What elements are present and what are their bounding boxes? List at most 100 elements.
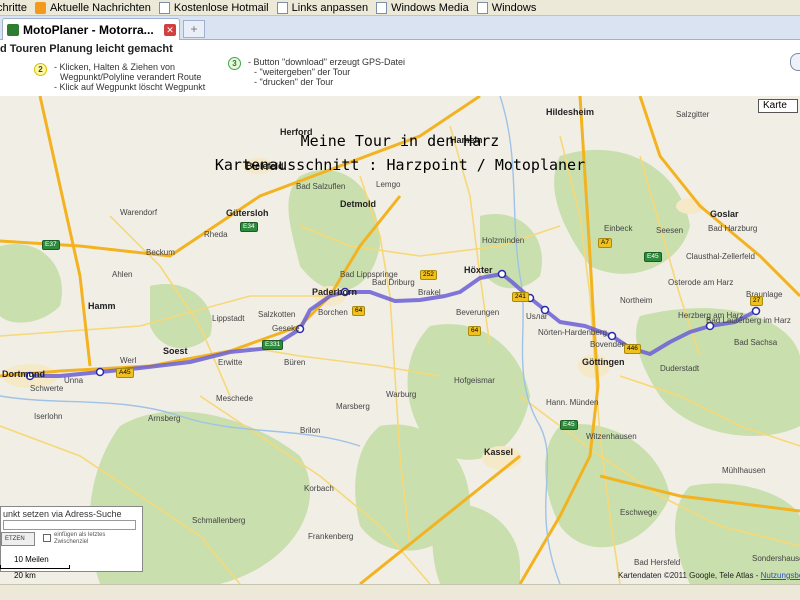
place-label: Bad Harzburg: [708, 224, 758, 233]
bookmark-item[interactable]: Windows Media: [376, 1, 469, 14]
place-label: Herzberg am Harz: [678, 311, 744, 320]
place-label: Detmold: [340, 199, 376, 209]
terms-link[interactable]: Nutzungsbed: [761, 571, 800, 580]
step-3-text: - Button "download" erzeugt GPS-Datei - …: [248, 57, 405, 87]
place-label: Usлar: [526, 312, 548, 321]
place-label: Holzminden: [482, 236, 525, 245]
place-label: Büren: [284, 358, 306, 367]
step-line: - "drucken" der Tour: [254, 77, 334, 87]
place-label: Beckum: [146, 248, 175, 257]
page-icon: [476, 1, 488, 14]
place-label: Bad Salzuflen: [296, 182, 346, 191]
place-label: Eschwege: [620, 508, 657, 517]
place-label: Bad Sachsa: [734, 338, 778, 347]
place-label: Unna: [64, 376, 84, 385]
step-line: - "weitergeben" der Tour: [254, 67, 351, 77]
road-shield: E34: [240, 222, 258, 232]
search-panel-title: unkt setzen via Adress-Suche: [3, 509, 122, 519]
step-number-badge: 3: [228, 57, 241, 70]
bookmark-item[interactable]: Aktuelle Nachrichten: [34, 1, 151, 14]
place-label: Korbach: [304, 484, 334, 493]
bookmark-item[interactable]: Windows: [476, 1, 536, 14]
road-shield: 241: [512, 292, 529, 302]
scale-km-label: 20 km: [14, 571, 36, 580]
road-shield: 64: [352, 306, 366, 316]
bookmarks-bar: chritte Aktuelle Nachrichten Kostenlose …: [0, 0, 800, 16]
pan-control-button[interactable]: [790, 53, 800, 71]
step-line: Wegpunkt/Polyline verandert Route: [60, 72, 202, 82]
step-line: - Klicken, Halten & Ziehen von: [54, 62, 176, 72]
place-label: Schmallenberg: [192, 516, 246, 525]
waypoint-marker[interactable]: [497, 269, 507, 279]
step-line: - Button "download" erzeugt GPS-Datei: [248, 57, 405, 67]
place-label: Dortmund: [2, 369, 45, 379]
road-shield: E45: [560, 420, 578, 430]
scale-bar: 10 Meilen 20 km: [0, 553, 72, 581]
step-number-badge: 2: [34, 63, 47, 76]
place-label: Rheda: [204, 230, 228, 239]
place-label: Erwitte: [218, 358, 243, 367]
waypoint-marker[interactable]: [607, 331, 617, 341]
map-type-button[interactable]: Karte: [758, 99, 798, 113]
place-label: Bovenden: [590, 340, 627, 349]
bookmark-item[interactable]: Links anpassen: [276, 1, 369, 14]
place-label: Brakel: [418, 288, 441, 297]
place-label: Hamm: [88, 301, 116, 311]
place-label: Ahlen: [112, 270, 133, 279]
step-2-text: - Klicken, Halten & Ziehen von Wegpunkt/…: [54, 62, 205, 92]
scale-bar-line: [0, 565, 70, 569]
map-overlay-subtitle: Kartenausschnitt : Harzpoint / Motoplane…: [214, 156, 586, 174]
place-label: Paderborn: [312, 287, 358, 297]
place-label: Marsberg: [336, 402, 370, 411]
instructions-panel: d Touren Planung leicht gemacht 2 - Klic…: [0, 41, 800, 96]
place-label: Northeim: [620, 296, 653, 305]
waypoint-marker[interactable]: [95, 367, 105, 377]
road-shield: E37: [42, 240, 60, 250]
close-icon[interactable]: ✕: [164, 23, 176, 36]
place-label: Borchen: [318, 308, 348, 317]
page-icon: [376, 1, 388, 14]
place-label: Lemgo: [376, 180, 401, 189]
place-label: Hann. Münden: [546, 398, 599, 407]
map-attribution: Kartendaten ©2011 Google, Tele Atlas - N…: [618, 571, 800, 580]
road-shield: 252: [420, 270, 437, 280]
place-label: Warburg: [386, 390, 417, 399]
place-label: Arnsberg: [148, 414, 181, 423]
place-label: Frankenberg: [308, 532, 354, 541]
road-shield: 446: [624, 344, 641, 354]
place-label: Duderstadt: [660, 364, 700, 373]
bookmark-item[interactable]: Kostenlose Hotmail: [158, 1, 269, 14]
checkbox-label: einfügen als letztes Zwischenziel: [54, 532, 106, 545]
place-label: Lippstadt: [212, 314, 245, 323]
bookmark-label: Links anpassen: [291, 1, 369, 14]
road-shield: 27: [750, 296, 764, 306]
set-waypoint-button[interactable]: ETZEN: [1, 532, 35, 546]
rss-feed-icon: [34, 1, 46, 14]
waypoint-marker[interactable]: [751, 306, 761, 316]
place-label: Salzgitter: [676, 110, 710, 119]
place-label: Werl: [120, 356, 137, 365]
place-label: Hofgeismar: [454, 376, 495, 385]
place-label: Bad Lippspringe: [340, 270, 398, 279]
place-label: Osterode am Harz: [668, 278, 734, 287]
place-label: Beverungen: [456, 308, 500, 317]
bookmark-label: chritte: [0, 1, 27, 14]
address-search-input[interactable]: [3, 520, 136, 530]
bookmark-label: Windows Media: [391, 1, 469, 14]
tab-motoplaner[interactable]: MotoPlaner - Motorra... ✕: [2, 18, 180, 40]
road-shield: A45: [116, 368, 134, 378]
place-label: Sondershausen: [752, 554, 800, 563]
status-bar: [0, 584, 800, 600]
instructions-title: d Touren Planung leicht gemacht: [0, 43, 173, 55]
place-label: Warendorf: [120, 208, 158, 217]
place-label: Kassel: [484, 447, 514, 457]
new-tab-button[interactable]: +: [183, 20, 205, 38]
bookmark-label: Aktuelle Nachrichten: [49, 1, 151, 14]
bookmark-item[interactable]: chritte: [0, 2, 27, 14]
place-label: Iserlohn: [34, 412, 63, 421]
last-waypoint-checkbox[interactable]: [43, 534, 51, 542]
place-label: Goslar: [710, 209, 739, 219]
place-label: Höxter: [464, 265, 493, 275]
page-icon: [276, 1, 288, 14]
bookmark-label: Kostenlose Hotmail: [173, 1, 269, 14]
